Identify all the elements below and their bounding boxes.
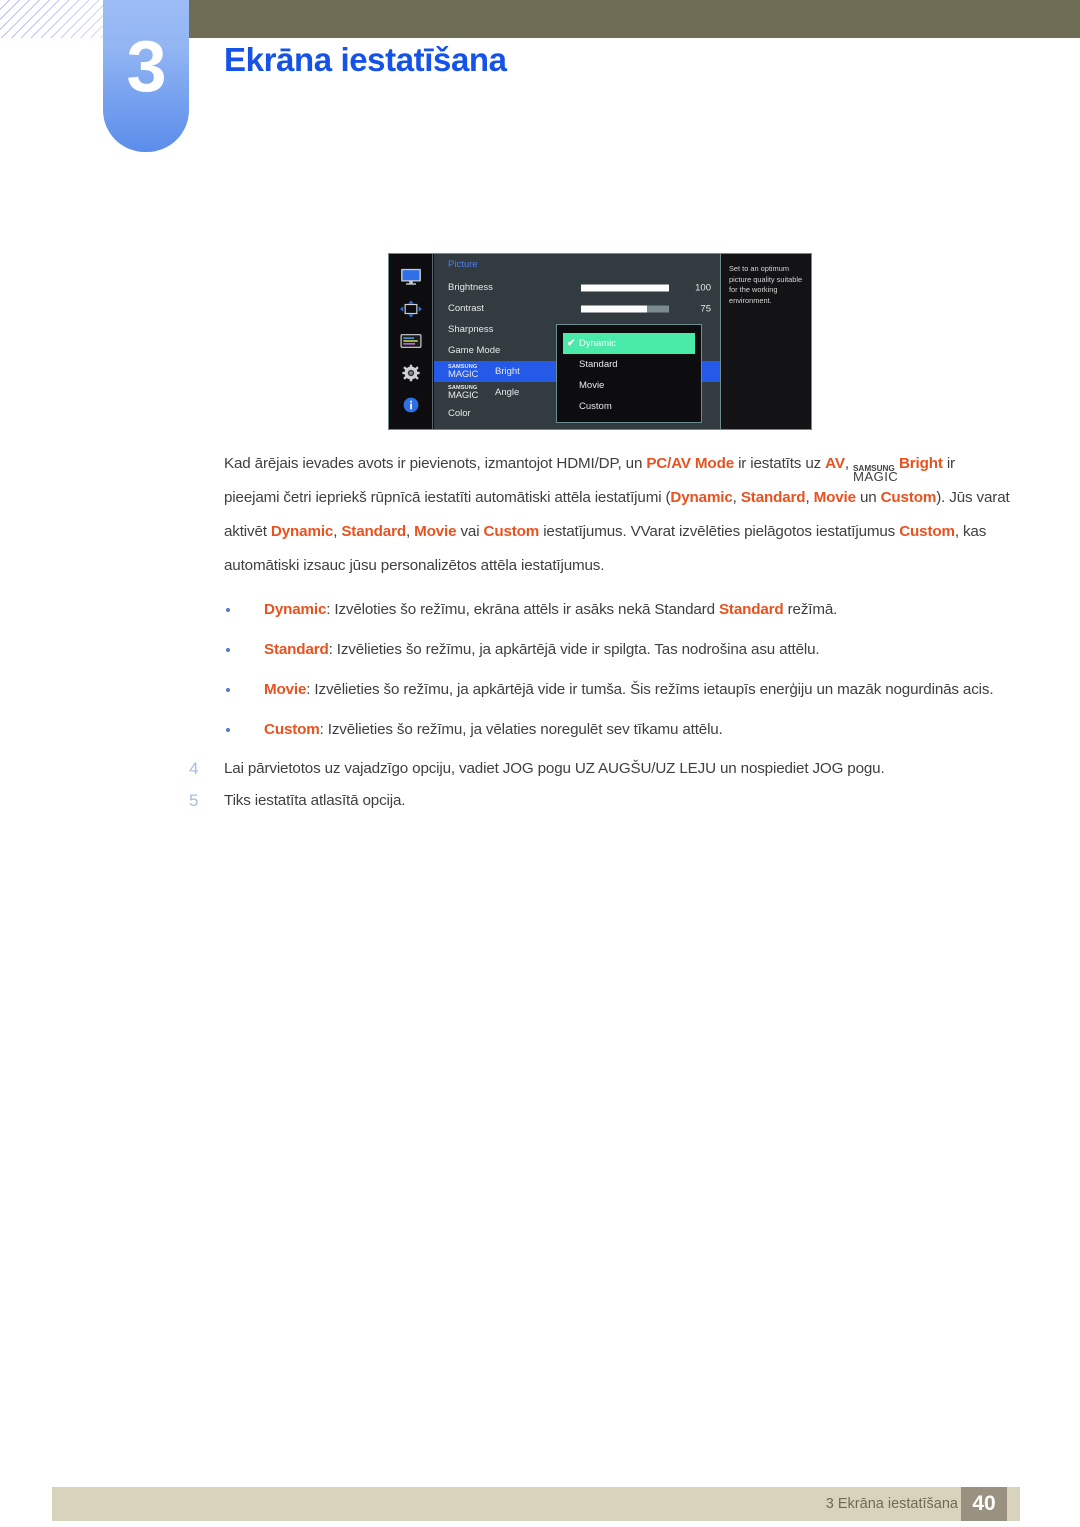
bullet-term: Custom	[264, 721, 320, 738]
dropdown-item-movie[interactable]: Movie	[557, 375, 701, 396]
term-dynamic: Dynamic	[670, 489, 733, 506]
contrast-slider-fill	[581, 305, 647, 312]
samsung-magic-logo: SAMSUNG MAGIC	[448, 364, 495, 381]
step-text: Tiks iestatīta atlasītā opcija.	[224, 792, 406, 809]
paragraph-text: iestatījumus. VVarat izvēlēties pielāgot…	[539, 523, 900, 540]
term-custom: Custom	[899, 523, 955, 540]
term-movie: Movie	[414, 523, 457, 540]
footer-section-label: 3 Ekrāna iestatīšana	[825, 1496, 958, 1512]
osd-row-label: Game Mode	[448, 345, 501, 356]
bullet-dot-icon	[226, 648, 230, 652]
dropdown-item-label: Dynamic	[579, 338, 616, 349]
dropdown-item-custom[interactable]: Custom	[557, 396, 701, 417]
check-icon: ✔	[567, 338, 576, 349]
osd-icon-sidebar	[389, 254, 433, 429]
paragraph-text: ,	[844, 455, 853, 472]
bullet-term: Standard	[264, 641, 329, 658]
bullet-text: : Izvēlieties šo režīmu, ja vēlaties nor…	[319, 721, 723, 738]
info-icon[interactable]	[398, 396, 424, 414]
brightness-slider-fill	[581, 284, 669, 291]
osd-screenshot: Picture Brightness 100 Contrast 75 Sharp…	[388, 253, 812, 430]
osd-row-label: Sharpness	[448, 324, 494, 335]
bullet-dot-icon	[226, 688, 230, 692]
term-bright: Bright	[898, 455, 943, 472]
term-av: AV	[825, 455, 845, 472]
brightness-slider[interactable]	[581, 284, 669, 291]
osd-row-label: Angle	[495, 387, 520, 398]
term-pcav-mode: PC/AV Mode	[646, 455, 734, 472]
brightness-value: 100	[695, 282, 711, 293]
term-custom: Custom	[483, 523, 540, 540]
bullet-text: : Izvēlieties šo režīmu, ja apkārtējā vi…	[328, 641, 820, 658]
dropdown-item-label: Movie	[579, 380, 605, 391]
osd-row-label: Brightness	[448, 282, 493, 293]
term-standard: Standard	[341, 523, 406, 540]
dropdown-item-dynamic[interactable]: ✔ Dynamic	[563, 333, 695, 354]
list-item: 4 Lai pārvietotos uz vajadzīgo opciju, va…	[0, 753, 1080, 785]
bullet-dot-icon	[226, 728, 230, 732]
paragraph-text: ir iestatīts uz	[734, 455, 826, 472]
list-item: Standard: Izvēlieties šo režīmu, ja apkā…	[0, 633, 1080, 667]
osd-menu-title: Picture	[448, 259, 478, 270]
step-number: 4	[189, 759, 199, 778]
step-text: Lai pārvietotos uz vajadzīgo opciju, vad…	[224, 760, 885, 777]
procedure-steps: 4 Lai pārvietotos uz vajadzīgo opciju, va…	[0, 753, 1080, 817]
gear-icon[interactable]	[398, 364, 424, 382]
osd-row-label: Contrast	[448, 303, 484, 314]
bullet-term: Dynamic	[264, 601, 327, 618]
step-number: 5	[189, 791, 199, 810]
paragraph-text: ,	[405, 523, 415, 540]
paragraph-text: vai	[456, 523, 484, 540]
osd-help-panel: Set to an optimum picture quality suitab…	[720, 254, 811, 429]
list-item: Movie: Izvēlieties šo režīmu, ja apkārtē…	[0, 673, 1080, 707]
magic-wordmark: MAGIC	[448, 390, 479, 401]
osd-row-label: Color	[448, 408, 471, 419]
osd-row-contrast[interactable]: Contrast 75	[434, 298, 721, 319]
dropdown-item-label: Standard	[579, 359, 618, 370]
bullet-term: Movie	[264, 681, 307, 698]
page-header: 3 Ekrāna iestatīšana	[0, 0, 1080, 160]
bullet-text: : Izvēloties šo režīmu, ekrāna attēls ir…	[326, 601, 719, 618]
paragraph-text: ,	[805, 489, 814, 506]
contrast-slider[interactable]	[581, 305, 669, 312]
bullet-text: režīmā.	[783, 601, 838, 618]
osd-row-brightness[interactable]: Brightness 100	[434, 277, 721, 298]
magic-wordmark: MAGIC	[448, 369, 479, 380]
term-dynamic: Dynamic	[270, 523, 334, 540]
list-item: 5 Tiks iestatīta atlasītā opcija.	[0, 785, 1080, 817]
samsung-magic-logo: SAMSUNG MAGIC	[853, 453, 899, 484]
samsung-magic-logo: SAMSUNG MAGIC	[448, 385, 495, 402]
header-olive-bar	[186, 0, 1080, 38]
term-movie: Movie	[813, 489, 856, 506]
osd-row-label: Bright	[495, 366, 520, 377]
intro-paragraph: Kad ārējais ievades avots ir pievienots,…	[0, 447, 1080, 583]
dropdown-item-label: Custom	[579, 401, 612, 412]
contrast-value: 75	[700, 303, 711, 314]
footer-page-number: 40	[961, 1487, 1007, 1521]
bullet-text: : Izvēlieties šo režīmu, ja apkārtējā vi…	[306, 681, 994, 698]
chapter-number: 3	[126, 27, 166, 107]
bullet-dot-icon	[226, 608, 230, 612]
page-title: Ekrāna iestatīšana	[224, 41, 507, 78]
move-arrows-icon[interactable]	[398, 300, 424, 318]
monitor-icon[interactable]	[398, 268, 424, 286]
onscreen-display-icon[interactable]	[398, 332, 424, 350]
bullet-term-secondary: Standard	[718, 601, 784, 618]
list-item: Dynamic: Izvēloties šo režīmu, ekrāna at…	[0, 593, 1080, 627]
page-footer: 3 Ekrāna iestatīšana 40	[52, 1487, 1020, 1521]
page-content: Kad ārējais ievades avots ir pievienots,…	[0, 447, 1080, 817]
magic-wordmark: MAGIC	[852, 469, 899, 484]
term-standard: Standard	[740, 489, 806, 506]
dropdown-item-standard[interactable]: Standard	[557, 354, 701, 375]
paragraph-text: ,	[732, 489, 741, 506]
mode-description-list: Dynamic: Izvēloties šo režīmu, ekrāna at…	[0, 593, 1080, 747]
list-item: Custom: Izvēlieties šo režīmu, ja vēlati…	[0, 713, 1080, 747]
paragraph-text: Kad ārējais ievades avots ir pievienots,…	[224, 455, 647, 472]
magicbright-dropdown: ✔ Dynamic Standard Movie Custom	[556, 324, 702, 423]
